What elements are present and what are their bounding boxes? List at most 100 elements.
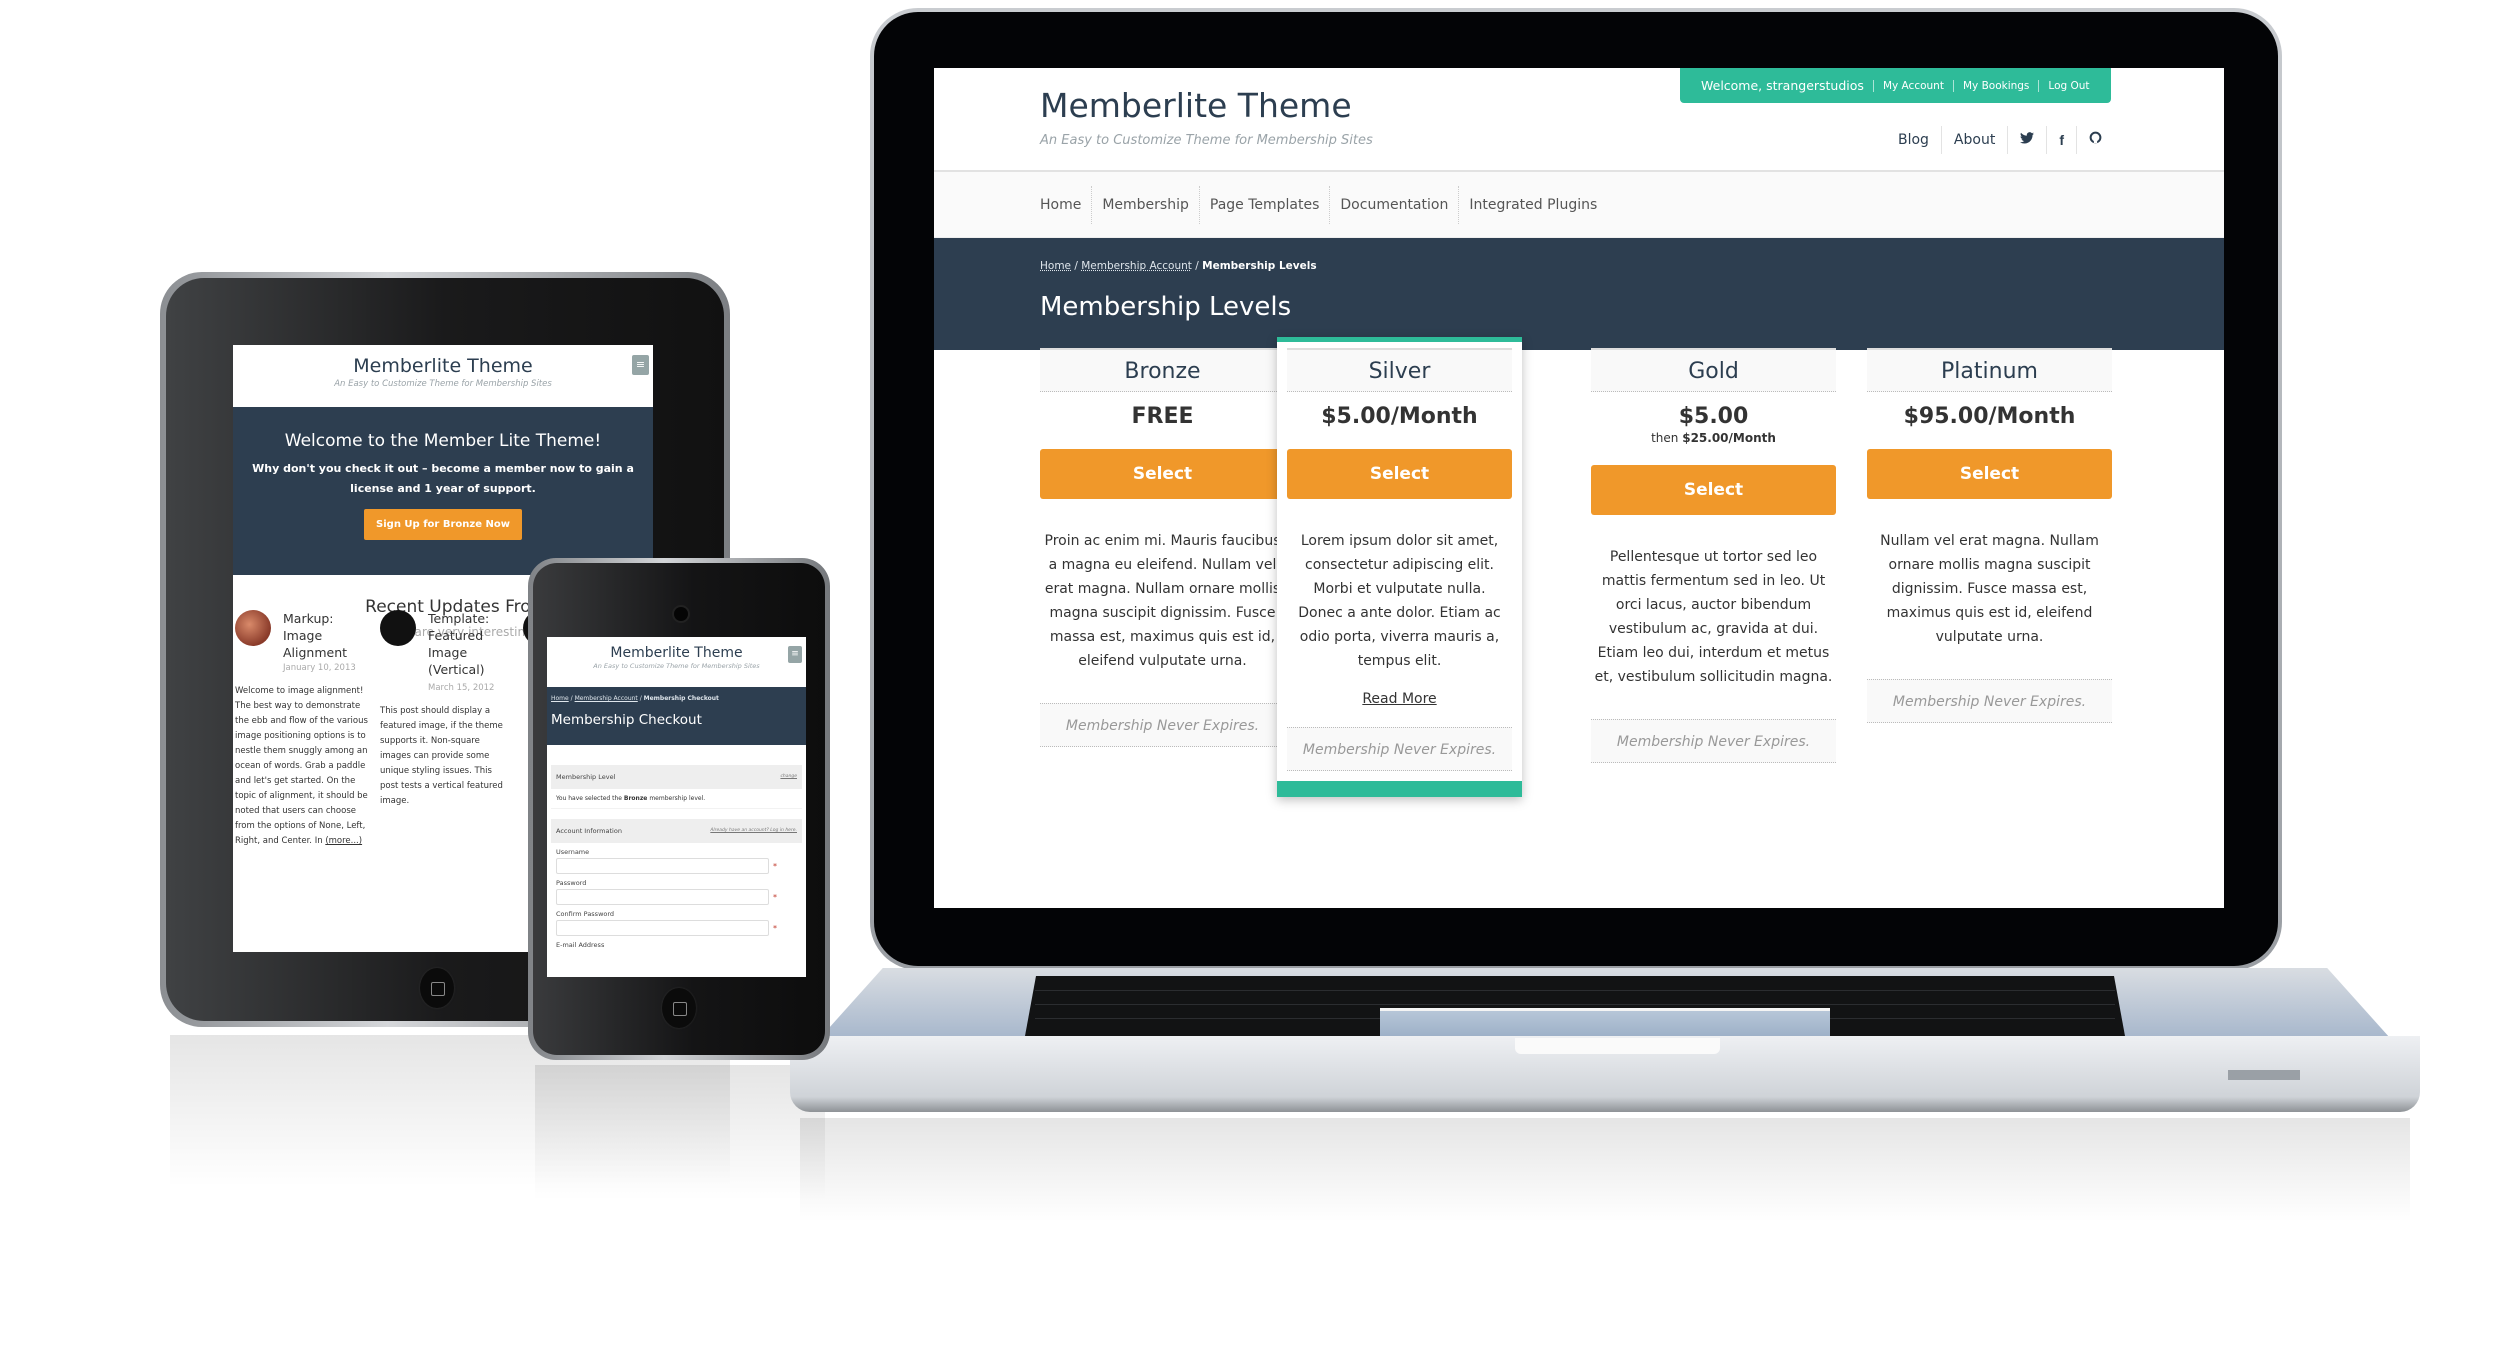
post-title[interactable]: Template: Featured Image (Vertical): [428, 610, 498, 678]
breadcrumb: Home / Membership Account / Membership L…: [1040, 260, 1317, 272]
breadcrumb-home[interactable]: Home: [551, 695, 569, 702]
password-field: Password *: [551, 879, 802, 905]
phone-menu-icon[interactable]: ≡: [788, 646, 802, 663]
select-bronze-button[interactable]: Select: [1040, 449, 1285, 499]
selected-level-text: You have selected the Bronze membership …: [551, 789, 802, 809]
required-marker: *: [773, 861, 777, 871]
laptop-trackpad: [1380, 1008, 1830, 1036]
level-name: Silver: [1287, 348, 1512, 392]
main-navigation: Home Membership Page Templates Documenta…: [934, 172, 2224, 238]
laptop-reflection: [800, 1118, 2410, 1248]
level-description: Lorem ipsum dolor sit amet, consectetur …: [1298, 533, 1501, 669]
breadcrumb-membership-account[interactable]: Membership Account: [1081, 260, 1192, 272]
nav-documentation[interactable]: Documentation: [1329, 185, 1458, 224]
laptop-base: [790, 968, 2420, 1113]
my-account-link[interactable]: My Account: [1872, 79, 1953, 92]
tablet-menu-icon[interactable]: ≡: [632, 355, 649, 375]
page-title: Membership Levels: [1040, 292, 1292, 322]
select-gold-button[interactable]: Select: [1591, 465, 1836, 515]
username-field: Username *: [551, 848, 802, 874]
post-date: January 10, 2013: [283, 663, 356, 673]
blog-link[interactable]: Blog: [1886, 126, 1941, 154]
github-icon[interactable]: [2076, 126, 2114, 154]
change-level-link[interactable]: change: [780, 765, 797, 789]
phone-site-tagline: An Easy to Customize Theme for Membershi…: [593, 662, 760, 670]
level-description: Proin ac enim mi. Mauris faucibus a magn…: [1044, 533, 1281, 669]
phone-reflection: [535, 1065, 825, 1235]
level-description: Pellentesque ut tortor sed leo mattis fe…: [1594, 549, 1833, 685]
level-expiration: Membership Never Expires.: [1287, 727, 1512, 771]
select-silver-button[interactable]: Select: [1287, 449, 1512, 499]
nav-page-templates[interactable]: Page Templates: [1198, 185, 1330, 224]
required-marker: *: [773, 892, 777, 902]
more-link[interactable]: (more...): [325, 836, 362, 846]
nav-home[interactable]: Home: [1034, 186, 1091, 224]
tablet-site-tagline: An Easy to Customize Theme for Membershi…: [334, 379, 552, 389]
post-date: March 15, 2012: [428, 683, 495, 693]
level-expiration: Membership Never Expires.: [1040, 703, 1285, 747]
level-name: Bronze: [1040, 348, 1285, 392]
meta-nav: Blog About f: [1886, 126, 2114, 154]
confirm-password-input[interactable]: [556, 920, 769, 936]
breadcrumb-home[interactable]: Home: [1040, 260, 1071, 272]
phone-breadcrumb: Home / Membership Account / Membership C…: [551, 695, 719, 702]
read-more-link[interactable]: Read More: [1287, 691, 1512, 707]
twitter-icon[interactable]: [2007, 126, 2046, 154]
level-name: Gold: [1591, 348, 1836, 392]
tablet-home-button[interactable]: [420, 968, 454, 1008]
post-thumbnail[interactable]: [380, 610, 416, 646]
post-title[interactable]: Markup: Image Alignment: [283, 610, 375, 661]
password-input[interactable]: [556, 889, 769, 905]
log-out-link[interactable]: Log Out: [2038, 79, 2098, 92]
level-card-silver: Silver $5.00/Month Select Lorem ipsum do…: [1277, 337, 1522, 797]
phone-site-header: Memberlite Theme An Easy to Customize Th…: [547, 637, 806, 687]
required-marker: *: [773, 923, 777, 933]
email-field: E-mail Address: [556, 941, 605, 949]
page-banner: Home / Membership Account / Membership L…: [934, 238, 2224, 350]
breadcrumb-current: Membership Checkout: [643, 695, 719, 702]
post-excerpt: Welcome to image alignment! The best way…: [235, 686, 368, 846]
hero-title: Welcome to the Member Lite Theme!: [284, 431, 602, 451]
section-title: Account Information: [556, 827, 622, 835]
level-card-gold: Gold $5.00 then $25.00/Month Select Pell…: [1591, 348, 1836, 763]
laptop-screen: Memberlite Theme An Easy to Customize Th…: [934, 68, 2224, 908]
level-name: Platinum: [1867, 348, 2112, 392]
log-in-link[interactable]: Already have an account? Log in here.: [710, 819, 797, 843]
section-title: Membership Level: [556, 773, 616, 781]
level-description: Nullam vel erat magna. Nullam ornare mol…: [1880, 533, 2099, 645]
breadcrumb-membership-account[interactable]: Membership Account: [575, 695, 638, 702]
nav-membership[interactable]: Membership: [1091, 185, 1199, 224]
phone-home-button[interactable]: [662, 988, 696, 1028]
breadcrumb-current: Membership Levels: [1202, 260, 1317, 272]
phone-banner: Home / Membership Account / Membership C…: [547, 687, 806, 745]
site-tagline: An Easy to Customize Theme for Membershi…: [1040, 133, 1373, 148]
breadcrumb-separator: /: [1195, 260, 1199, 272]
tablet-site-header: Memberlite Theme An Easy to Customize Th…: [233, 345, 653, 407]
member-bar: Welcome, strangerstudios My Account My B…: [1680, 68, 2111, 103]
username-input[interactable]: [556, 858, 769, 874]
site-title[interactable]: Memberlite Theme: [1040, 86, 1352, 125]
about-link[interactable]: About: [1940, 126, 2007, 154]
facebook-icon[interactable]: f: [2046, 126, 2076, 154]
sign-up-bronze-button[interactable]: Sign Up for Bronze Now: [364, 509, 522, 540]
level-expiration: Membership Never Expires.: [1867, 679, 2112, 723]
nav-integrated-plugins[interactable]: Integrated Plugins: [1458, 185, 1607, 224]
level-card-bronze: Bronze FREE Select Proin ac enim mi. Mau…: [1040, 348, 1285, 747]
tablet-site-title[interactable]: Memberlite Theme: [233, 345, 653, 377]
phone-page-title: Membership Checkout: [551, 712, 702, 728]
phone-screen: Memberlite Theme An Easy to Customize Th…: [547, 637, 806, 977]
level-price: $95.00/Month: [1903, 404, 2076, 429]
tablet-hero: Welcome to the Member Lite Theme! Why do…: [233, 407, 653, 575]
breadcrumb-separator: /: [1074, 260, 1078, 272]
confirm-password-field: Confirm Password *: [551, 910, 802, 936]
membership-level-section: Membership Level change: [551, 765, 802, 789]
post-thumbnail[interactable]: [235, 610, 271, 646]
level-price: $5.00/Month: [1321, 404, 1478, 429]
select-platinum-button[interactable]: Select: [1867, 449, 2112, 499]
my-bookings-link[interactable]: My Bookings: [1952, 79, 2038, 92]
level-price: $5.00: [1678, 404, 1749, 429]
level-price: FREE: [1131, 404, 1194, 429]
level-recurring-price: then $25.00/Month: [1651, 431, 1776, 445]
hero-text: Why don't you check it out – become a me…: [252, 462, 634, 495]
phone-site-title[interactable]: Memberlite Theme: [547, 637, 806, 661]
